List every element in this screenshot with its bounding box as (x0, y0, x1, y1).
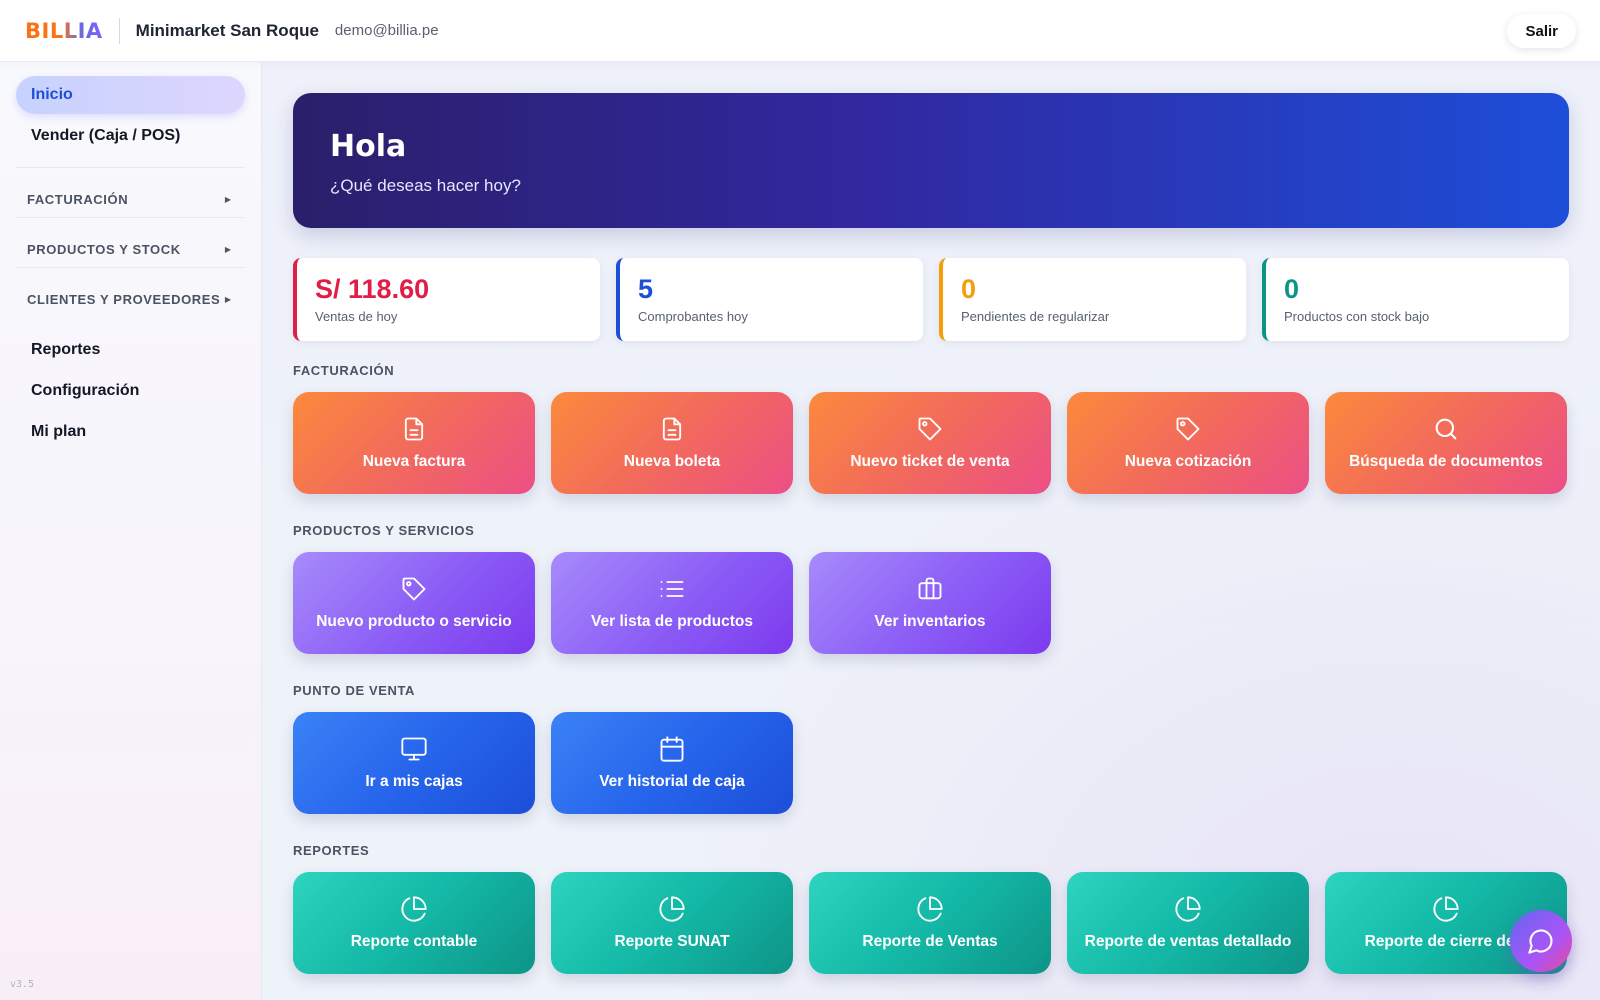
tile-label: Nueva cotización (1124, 453, 1252, 470)
welcome-title: Hola (330, 129, 407, 164)
sidebar-group-label: FACTURACIÓN (27, 192, 129, 207)
tile-inventarios[interactable]: Ver inventarios (809, 552, 1051, 654)
sidebar: Inicio Vender (Caja / POS) FACTURACIÓN ▶… (0, 62, 262, 1000)
tile-lista-productos[interactable]: Ver lista de productos (551, 552, 793, 654)
tag-icon (918, 417, 942, 441)
sidebar-group-facturacion[interactable]: FACTURACIÓN ▶ (16, 167, 245, 217)
tile-reporte-ventas[interactable]: Reporte de Ventas (809, 872, 1051, 974)
chat-button[interactable] (1510, 910, 1572, 972)
tile-label: Ir a mis cajas (365, 773, 463, 790)
section-title-productos: PRODUCTOS Y SERVICIOS (293, 523, 475, 538)
top-bar: BILLIA Minimarket San Roque demo@billia.… (0, 0, 1600, 62)
pie-chart-icon (1175, 896, 1201, 922)
stat-value: 0 (961, 274, 977, 304)
tile-nueva-cotizacion[interactable]: Nueva cotización (1067, 392, 1309, 494)
header-divider (118, 17, 120, 44)
sidebar-group-productos-stock[interactable]: PRODUCTOS Y STOCK ▶ (16, 217, 245, 267)
stat-card-stock-bajo: 0 Productos con stock bajo (1262, 258, 1569, 341)
tile-label: Ver historial de caja (599, 773, 745, 790)
pie-chart-icon (1433, 896, 1459, 922)
brand-logo[interactable]: BILLIA (25, 19, 103, 43)
tile-label: Reporte de cierre de c (1364, 933, 1528, 950)
tile-label: Reporte SUNAT (614, 933, 730, 950)
tile-label: Reporte contable (350, 933, 478, 950)
tile-nuevo-producto[interactable]: Nuevo producto o servicio (293, 552, 535, 654)
tile-label: Nuevo ticket de venta (850, 453, 1010, 470)
reportes-grid: Reporte contable Reporte SUNAT Reporte d… (293, 872, 1569, 974)
tile-label: Ver lista de productos (591, 613, 753, 630)
sidebar-group-label: CLIENTES Y PROVEEDORES (27, 292, 221, 307)
stat-value: 5 (638, 274, 654, 304)
stat-value: 0 (1284, 274, 1300, 304)
sidebar-group-clientes-proveedores[interactable]: CLIENTES Y PROVEEDORES ▶ (16, 267, 245, 317)
document-icon (404, 417, 424, 441)
stat-label: Productos con stock bajo (1284, 309, 1430, 324)
sidebar-item-inicio[interactable]: Inicio (16, 76, 245, 114)
tile-reporte-ventas-detallado[interactable]: Reporte de ventas detallado (1067, 872, 1309, 974)
pie-chart-icon (401, 896, 427, 922)
tile-label: Nuevo producto o servicio (316, 613, 512, 630)
section-title-facturacion: FACTURACIÓN (293, 363, 395, 378)
caret-right-icon: ▶ (224, 295, 231, 304)
stat-label: Ventas de hoy (315, 309, 398, 324)
stat-value: S/ 118.60 (315, 274, 430, 304)
section-title-reportes: REPORTES (293, 843, 370, 858)
tile-reporte-sunat[interactable]: Reporte SUNAT (551, 872, 793, 974)
pie-chart-icon (659, 896, 685, 922)
briefcase-icon (918, 577, 942, 600)
tile-label: Nueva factura (362, 453, 466, 470)
store-name: Minimarket San Roque (135, 20, 319, 40)
sidebar-item-configuracion[interactable]: Configuración (16, 372, 245, 410)
monitor-icon (401, 737, 427, 761)
sidebar-item-mi-plan[interactable]: Mi plan (16, 413, 245, 451)
pie-chart-icon (917, 896, 943, 922)
welcome-banner: Hola ¿Qué deseas hacer hoy? (293, 93, 1569, 228)
tile-mis-cajas[interactable]: Ir a mis cajas (293, 712, 535, 814)
stat-label: Pendientes de regularizar (961, 309, 1110, 324)
tile-label: Ver inventarios (874, 613, 986, 630)
tile-nuevo-ticket[interactable]: Nuevo ticket de venta (809, 392, 1051, 494)
main-content: Hola ¿Qué deseas hacer hoy? S/ 118.60 Ve… (262, 62, 1600, 1000)
sidebar-group-label: PRODUCTOS Y STOCK (27, 242, 181, 257)
caret-right-icon: ▶ (224, 245, 231, 254)
stat-label: Comprobantes hoy (638, 309, 748, 324)
tile-nueva-factura[interactable]: Nueva factura (293, 392, 535, 494)
sidebar-item-vender[interactable]: Vender (Caja / POS) (16, 117, 245, 155)
stats-row: S/ 118.60 Ventas de hoy 5 Comprobantes h… (293, 258, 1569, 341)
tag-icon (402, 577, 426, 601)
list-icon (660, 581, 684, 597)
productos-grid: Nuevo producto o servicio Ver lista de p… (293, 552, 1569, 654)
chat-bubble-icon (1528, 929, 1553, 954)
pos-grid: Ir a mis cajas Ver historial de caja (293, 712, 1569, 814)
calendar-icon (660, 736, 684, 762)
version-label: v3.5 (10, 979, 35, 990)
tile-label: Nueva boleta (623, 453, 721, 470)
logout-button[interactable]: Salir (1507, 14, 1576, 48)
document-icon (662, 417, 682, 441)
sidebar-item-reportes[interactable]: Reportes (16, 331, 245, 369)
caret-right-icon: ▶ (224, 195, 231, 204)
stat-card-comprobantes: 5 Comprobantes hoy (616, 258, 923, 341)
stat-card-pendientes: 0 Pendientes de regularizar (939, 258, 1246, 341)
search-icon (1435, 418, 1457, 440)
user-email: demo@billia.pe (334, 22, 439, 39)
tile-reporte-contable[interactable]: Reporte contable (293, 872, 535, 974)
tile-busqueda-documentos[interactable]: Búsqueda de documentos (1325, 392, 1567, 494)
tag-icon (1176, 417, 1200, 441)
tile-historial-caja[interactable]: Ver historial de caja (551, 712, 793, 814)
tile-label: Reporte de ventas detallado (1084, 933, 1292, 950)
tile-label: Reporte de Ventas (862, 933, 998, 950)
section-title-pos: PUNTO DE VENTA (293, 683, 416, 698)
facturacion-grid: Nueva factura Nueva boleta Nuevo ticket … (293, 392, 1569, 494)
stat-card-ventas: S/ 118.60 Ventas de hoy (293, 258, 600, 341)
tile-label: Búsqueda de documentos (1349, 453, 1543, 470)
tile-nueva-boleta[interactable]: Nueva boleta (551, 392, 793, 494)
welcome-subtitle: ¿Qué deseas hacer hoy? (330, 176, 521, 195)
